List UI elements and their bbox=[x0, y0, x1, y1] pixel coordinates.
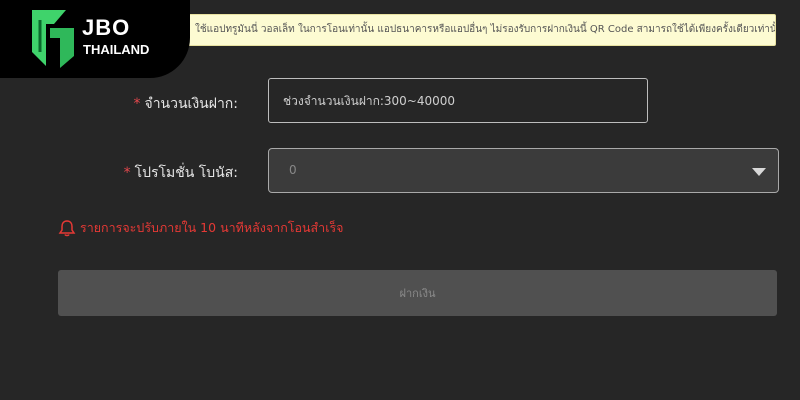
required-mark: * bbox=[123, 165, 131, 181]
brand-logo[interactable]: JBO THAILAND bbox=[0, 0, 190, 78]
notice-text: ใช้แอปทรูมันนี่ วอลเล็ท ในการโอนเท่านั้น… bbox=[195, 24, 776, 35]
brand-name: JBO bbox=[82, 15, 131, 40]
jbo-logo-mark-icon bbox=[32, 10, 74, 68]
amount-label-text: จำนวนเงินฝาก: bbox=[144, 96, 238, 112]
warning-text: รายการจะปรับภายใน 10 นาทีหลังจากโอนสำเร็… bbox=[80, 220, 344, 235]
notice-banner: ใช้แอปทรูมันนี่ วอลเล็ท ในการโอนเท่านั้น… bbox=[170, 14, 776, 46]
deposit-warning: รายการจะปรับภายใน 10 นาทีหลังจากโอนสำเร็… bbox=[58, 218, 344, 238]
promo-label-text: โปรโมชั่น โบนัส: bbox=[134, 165, 238, 181]
amount-input[interactable] bbox=[268, 78, 648, 123]
promo-label: * โปรโมชั่น โบนัส: bbox=[124, 162, 238, 184]
promo-select[interactable]: 0 bbox=[268, 148, 779, 193]
bell-icon bbox=[58, 220, 76, 237]
brand-region: THAILAND bbox=[83, 42, 150, 57]
deposit-button[interactable]: ฝากเงิน bbox=[58, 270, 777, 316]
required-mark: * bbox=[133, 96, 141, 112]
chevron-down-icon[interactable] bbox=[752, 168, 766, 176]
amount-label: * จำนวนเงินฝาก: bbox=[133, 93, 238, 115]
promo-selected-value: 0 bbox=[289, 163, 297, 177]
